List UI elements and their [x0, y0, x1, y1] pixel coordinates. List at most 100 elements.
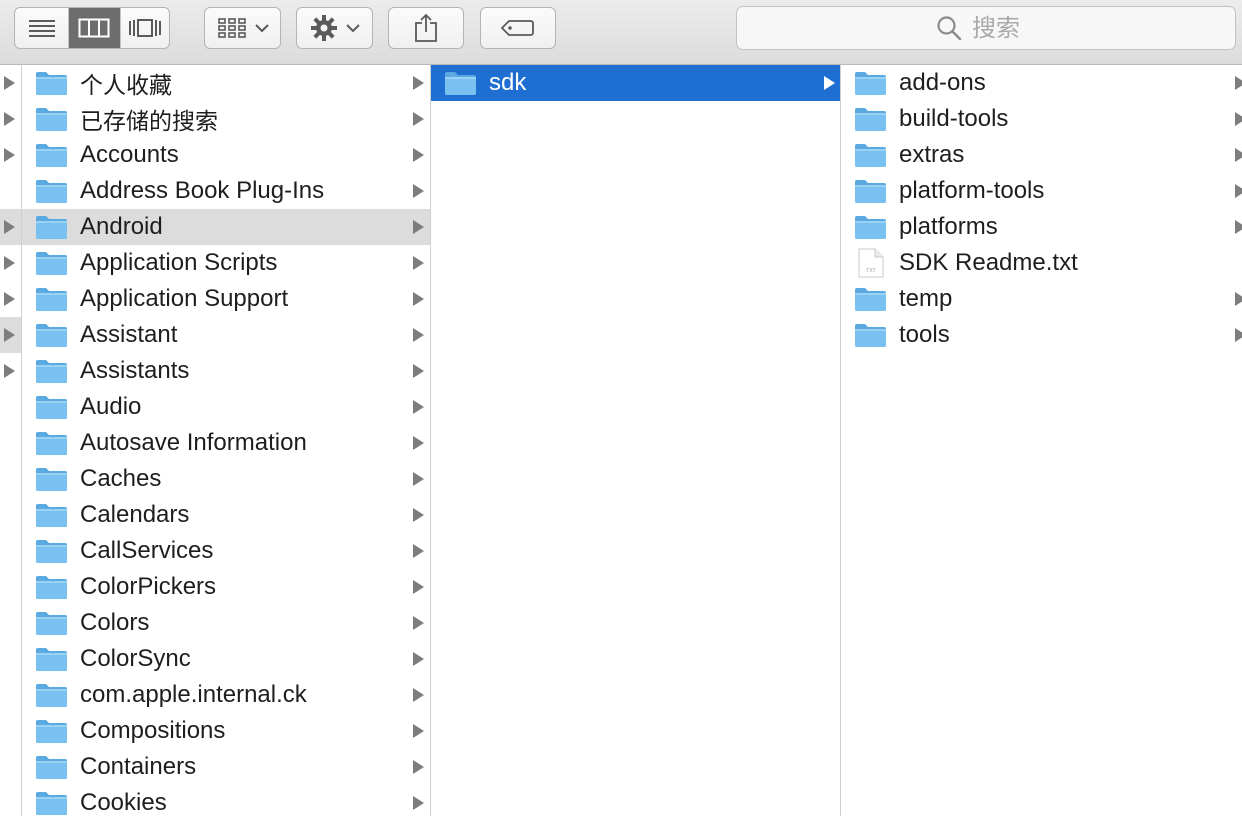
sdk-item[interactable]: platforms [841, 209, 1242, 245]
android-column: sdk [431, 65, 841, 816]
library-item[interactable]: Android [22, 209, 430, 245]
folder-icon [36, 323, 67, 347]
share-button[interactable] [388, 7, 464, 49]
column-view-button[interactable] [68, 8, 120, 48]
sdk-column: add-ons build-tools extras platform-tools pl… [841, 65, 1242, 816]
view-mode-control [14, 7, 170, 49]
svg-text:TXT: TXT [866, 268, 875, 274]
chevron-down-icon [254, 24, 269, 33]
cover-flow-icon [128, 19, 161, 37]
library-item[interactable]: Caches [22, 461, 430, 497]
search-input[interactable] [970, 13, 1036, 43]
disclosure-arrow-icon [4, 292, 15, 306]
folder-icon [855, 71, 886, 95]
disclosure-arrow-icon [413, 652, 424, 666]
library-item[interactable]: com.apple.internal.ck [22, 677, 430, 713]
library-item-label: Android [80, 213, 163, 240]
disclosure-arrow-icon [413, 148, 424, 162]
disclosure-arrow-icon [4, 256, 15, 270]
library-item[interactable]: Cookies [22, 785, 430, 816]
sdk-item[interactable]: extras [841, 137, 1242, 173]
sdk-item[interactable]: temp [841, 281, 1242, 317]
disclosure-arrow-icon [413, 508, 424, 522]
library-item-label: Assistant [80, 321, 178, 348]
library-item[interactable]: Accounts [22, 137, 430, 173]
folder-icon [855, 107, 886, 131]
folder-icon [855, 179, 886, 203]
folder-icon [36, 467, 67, 491]
toolbar [0, 0, 1242, 65]
folder-icon [36, 719, 67, 743]
sdk-item[interactable]: TXT SDK Readme.txt [841, 245, 1242, 281]
arrange-button[interactable] [204, 7, 281, 49]
library-item[interactable]: Assistants [22, 353, 430, 389]
parent-column-item[interactable] [0, 65, 21, 101]
sdk-item-label: platform-tools [899, 177, 1045, 204]
library-item[interactable]: ColorSync [22, 641, 430, 677]
library-item[interactable]: Address Book Plug-Ins [22, 173, 430, 209]
disclosure-arrow-icon [1235, 220, 1242, 234]
disclosure-arrow-icon [413, 220, 424, 234]
sdk-item[interactable]: add-ons [841, 65, 1242, 101]
library-item-label: Compositions [80, 717, 226, 744]
sdk-item-label: build-tools [899, 105, 1009, 132]
parent-column-item[interactable] [0, 353, 21, 389]
folder-icon [36, 755, 67, 779]
tag-icon [500, 20, 534, 36]
parent-column-item[interactable] [0, 137, 21, 173]
library-item[interactable]: Application Support [22, 281, 430, 317]
column-view-icon [78, 18, 110, 38]
parent-column-item[interactable] [0, 209, 21, 245]
disclosure-arrow-icon [4, 112, 15, 126]
search-field[interactable] [736, 6, 1236, 50]
list-view-button[interactable] [15, 8, 68, 48]
disclosure-arrow-icon [413, 796, 424, 810]
sdk-item-label: add-ons [899, 69, 986, 96]
parent-column-item[interactable] [0, 173, 21, 209]
parent-column-item[interactable] [0, 101, 21, 137]
disclosure-arrow-icon [413, 760, 424, 774]
share-icon [415, 13, 437, 42]
folder-icon [36, 359, 67, 383]
folder-icon [445, 71, 476, 95]
disclosure-arrow-icon [413, 544, 424, 558]
sdk-item[interactable]: build-tools [841, 101, 1242, 137]
library-item-label: Accounts [80, 141, 179, 168]
disclosure-arrow-icon [413, 292, 424, 306]
parent-column-item[interactable] [0, 245, 21, 281]
library-item-label: Assistants [80, 357, 190, 384]
library-item[interactable]: Calendars [22, 497, 430, 533]
library-item[interactable]: 已存储的搜索 [22, 101, 430, 137]
library-item[interactable]: Autosave Information [22, 425, 430, 461]
disclosure-arrow-icon [1235, 148, 1242, 162]
disclosure-arrow-icon [413, 580, 424, 594]
parent-column-item[interactable] [0, 317, 21, 353]
folder-icon [36, 71, 67, 95]
folder-icon [36, 143, 67, 167]
library-item[interactable]: Compositions [22, 713, 430, 749]
android-item[interactable]: sdk [431, 65, 840, 101]
library-item[interactable]: Application Scripts [22, 245, 430, 281]
disclosure-arrow-icon [413, 472, 424, 486]
library-item-label: ColorSync [80, 645, 191, 672]
folder-icon [36, 287, 67, 311]
library-item[interactable]: Audio [22, 389, 430, 425]
library-item[interactable]: Assistant [22, 317, 430, 353]
sdk-item[interactable]: tools [841, 317, 1242, 353]
arrange-grid-icon [217, 18, 246, 38]
action-button[interactable] [296, 7, 373, 49]
parent-column-item[interactable] [0, 281, 21, 317]
library-item[interactable]: 个人收藏 [22, 65, 430, 101]
folder-icon [36, 791, 67, 815]
list-view-icon [28, 20, 55, 37]
library-item[interactable]: CallServices [22, 533, 430, 569]
library-item[interactable]: ColorPickers [22, 569, 430, 605]
folder-icon [36, 683, 67, 707]
library-item[interactable]: Colors [22, 605, 430, 641]
library-item[interactable]: Containers [22, 749, 430, 785]
folder-icon [36, 179, 67, 203]
folder-icon [855, 143, 886, 167]
sdk-item[interactable]: platform-tools [841, 173, 1242, 209]
cover-flow-view-button[interactable] [119, 8, 169, 48]
tags-button[interactable] [480, 7, 556, 49]
